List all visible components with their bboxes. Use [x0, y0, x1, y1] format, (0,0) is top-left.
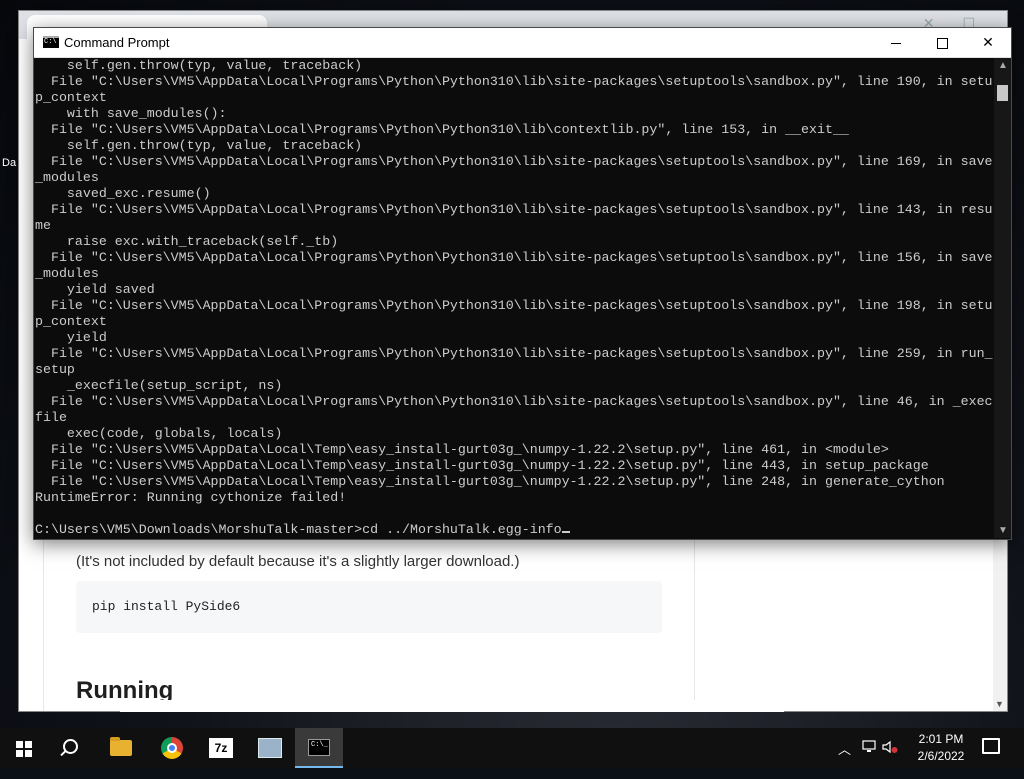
folder-icon: [110, 737, 132, 756]
scrollbar-thumb[interactable]: [997, 85, 1008, 101]
text-cursor: [561, 531, 570, 533]
maximize-icon: [936, 37, 948, 49]
console-line: File "C:\Users\VM5\AppData\Local\Temp\ea…: [35, 442, 889, 457]
maximize-button[interactable]: [919, 28, 965, 57]
console-line: File "C:\Users\VM5\AppData\Local\Program…: [35, 74, 993, 89]
taskbar-7zip[interactable]: 7z: [197, 728, 245, 768]
console-line: yield: [35, 330, 107, 345]
console-line: _modules: [35, 170, 99, 185]
scroll-down-arrow-icon[interactable]: ▼: [998, 525, 1008, 536]
clock-time: 2:01 PM: [918, 732, 964, 746]
doc-note-text: (It's not included by default because it…: [76, 553, 520, 570]
cmd-app-icon: C:\: [43, 36, 59, 48]
command-prompt-icon: C:\_: [308, 739, 330, 756]
browser-scrollbar[interactable]: ▼: [993, 531, 1007, 711]
console-line: _modules: [35, 266, 99, 281]
scroll-down-arrow-icon[interactable]: ▼: [995, 699, 1004, 709]
notification-center-icon[interactable]: [982, 738, 1000, 754]
scroll-up-arrow-icon[interactable]: ▲: [998, 60, 1008, 71]
console-line: yield saved: [35, 282, 155, 297]
console-prompt-line[interactable]: C:\Users\VM5\Downloads\MorshuTalk-master…: [34, 522, 994, 538]
control-panel-icon: [258, 738, 282, 758]
minimize-icon: [891, 42, 901, 44]
console-line: ​: [34, 506, 994, 522]
console-line: File "C:\Users\VM5\AppData\Local\Program…: [35, 298, 993, 313]
search-button[interactable]: [48, 728, 96, 768]
console-line: setup: [35, 362, 75, 377]
windows-logo-icon: [16, 741, 32, 757]
tray-chevron-up-icon[interactable]: ︿: [838, 739, 851, 779]
console-line: File "C:\Users\VM5\AppData\Local\Program…: [35, 154, 993, 169]
console-line: File "C:\Users\VM5\AppData\Local\Temp\ea…: [35, 458, 929, 473]
taskbar: 7z C:\_ ︿ 2:01 PM 2/6/2022: [0, 728, 1024, 768]
browser-page-content: (It's not included by default because it…: [19, 531, 1007, 711]
code-block: pip install PySide6: [76, 581, 662, 633]
taskbar-command-prompt[interactable]: C:\_: [295, 728, 343, 768]
7zip-icon: 7z: [209, 738, 233, 758]
taskbar-control-panel[interactable]: [246, 728, 294, 768]
cmd-title-bar[interactable]: C:\ Command Prompt ✕: [34, 28, 1011, 58]
console-line: exec(code, globals, locals): [35, 426, 283, 441]
console-line: File "C:\Users\VM5\AppData\Local\Program…: [35, 202, 993, 217]
doc-column: (It's not included by default because it…: [43, 531, 695, 711]
console-line: p_context: [35, 90, 107, 105]
taskbar-file-explorer[interactable]: [98, 728, 146, 768]
clock-date: 2/6/2022: [917, 749, 965, 763]
cmd-window-title: Command Prompt: [64, 35, 170, 50]
cmd-scrollbar[interactable]: ▲ ▼: [994, 58, 1011, 538]
console-line: saved_exc.resume(): [35, 186, 211, 201]
console-line: me: [35, 218, 51, 233]
console-line: _execfile(setup_script, ns): [35, 378, 283, 393]
minimize-button[interactable]: [873, 28, 919, 57]
console-line: RuntimeError: Running cythonize failed!: [35, 490, 347, 505]
close-icon: ✕: [982, 34, 994, 50]
start-button[interactable]: [0, 728, 48, 768]
prompt-command-text: C:\Users\VM5\Downloads\MorshuTalk-master…: [35, 522, 562, 537]
console-line: File "C:\Users\VM5\AppData\Local\Program…: [35, 250, 993, 265]
console-line: with save_modules():: [35, 106, 227, 121]
console-line: raise exc.with_traceback(self._tb): [35, 234, 339, 249]
command-prompt-window[interactable]: C:\ Command Prompt ✕ self.gen.throw(typ,…: [33, 27, 1012, 540]
chrome-icon: [161, 737, 183, 759]
desktop-icon-label[interactable]: Da: [2, 157, 16, 169]
console-line: p_context: [35, 314, 107, 329]
console-line: self.gen.throw(typ, value, traceback): [35, 58, 363, 73]
console-output[interactable]: self.gen.throw(typ, value, traceback) Fi…: [34, 58, 994, 538]
close-button[interactable]: ✕: [965, 28, 1011, 57]
volume-muted-icon[interactable]: [882, 740, 898, 754]
console-line: File "C:\Users\VM5\AppData\Local\Program…: [35, 346, 993, 361]
system-clock[interactable]: 2:01 PM 2/6/2022: [910, 731, 972, 765]
console-line: File "C:\Users\VM5\AppData\Local\Temp\ea…: [35, 474, 945, 489]
search-icon: [63, 739, 78, 754]
console-line: File "C:\Users\VM5\AppData\Local\Program…: [35, 122, 849, 137]
network-icon[interactable]: [862, 740, 878, 754]
code-command: pip install PySide6: [92, 599, 241, 614]
console-line: File "C:\Users\VM5\AppData\Local\Program…: [35, 394, 993, 409]
taskbar-chrome[interactable]: [148, 728, 196, 768]
console-line: self.gen.throw(typ, value, traceback): [35, 138, 363, 153]
console-lines: self.gen.throw(typ, value, traceback) Fi…: [34, 58, 994, 522]
console-line: file: [35, 410, 67, 425]
browser-bottom-strip: [120, 700, 784, 712]
